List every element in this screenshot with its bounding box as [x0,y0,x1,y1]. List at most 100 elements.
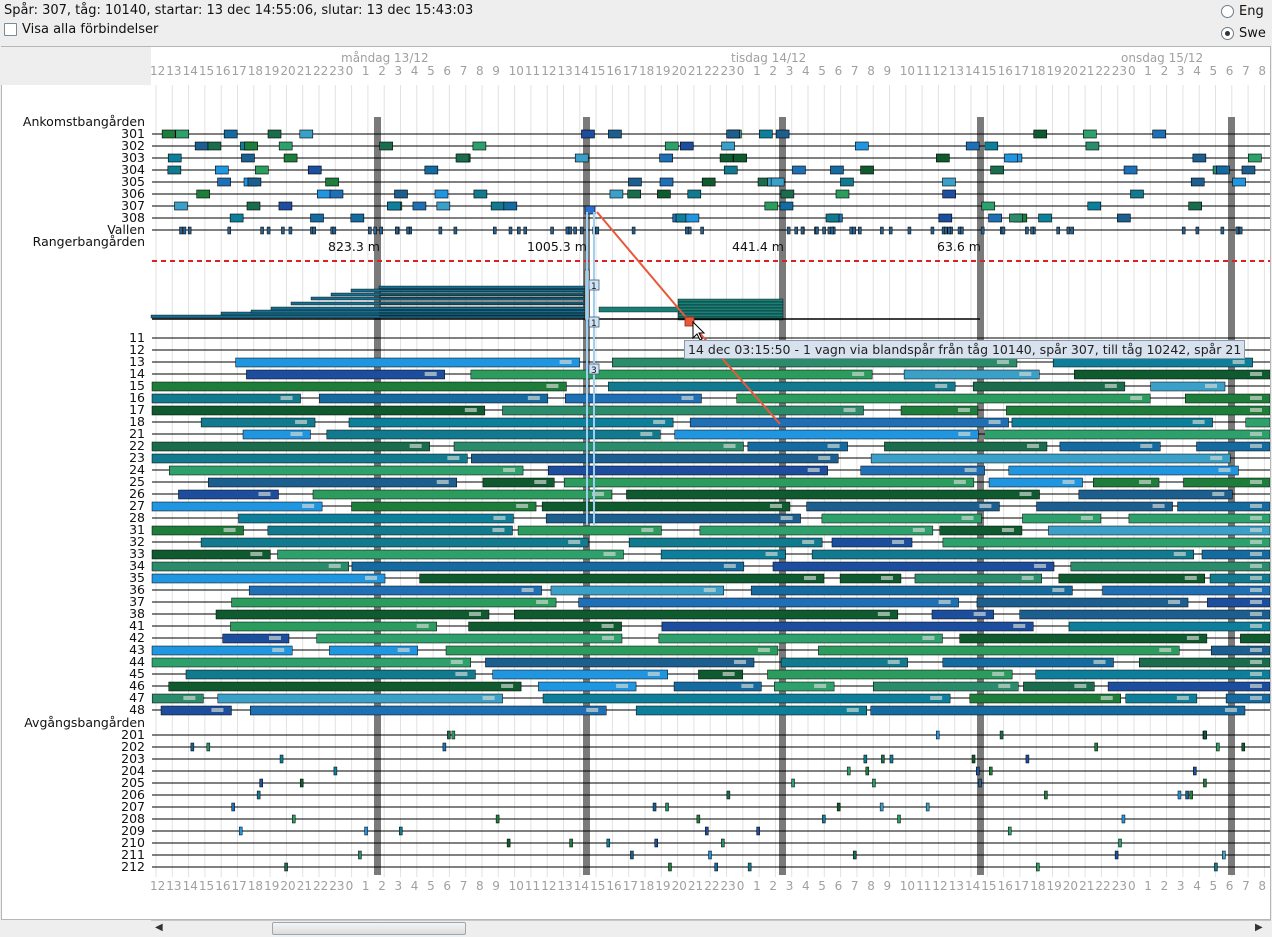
train-number-tag [953,480,966,484]
top-hour-tick: 10 [509,64,524,78]
train-number-tag [846,708,859,712]
checkbox-box[interactable] [4,23,17,36]
departure-train-bar [492,669,669,680]
top-hour-tick: 14 [574,64,589,78]
top-hour-tick: 11 [525,64,540,78]
language-radio-eng[interactable]: Eng [1221,4,1264,19]
train-number-tag [436,480,449,484]
departure-slot [238,826,243,836]
departure-train-bar [565,393,702,404]
departure-train-bar [200,537,589,548]
arrival-train-box [278,141,293,151]
arrival-train-box [194,141,209,151]
vallen-car [565,226,570,235]
train-number-tag [1176,696,1189,700]
arrival-train-box [1216,165,1230,175]
arrival-train-box [1085,141,1100,151]
bottom-hour-tick: 17 [623,879,638,893]
hump-length-label: 63.6 m [937,239,981,254]
arrival-train-box [1009,213,1023,223]
train-number-tag [647,672,660,676]
departure-slot [654,838,658,848]
radio-eng-dot[interactable] [1221,5,1234,18]
top-hour-tick: 22 [313,64,328,78]
vallen-car [700,226,704,235]
arrival-train-box [267,129,282,139]
top-hour-tick: 16 [606,64,621,78]
departure-train-bar [502,405,864,416]
bottom-hour-tick: 3 [786,879,794,893]
bottom-hour-tick: 7 [460,879,468,893]
train-number-tag [1250,588,1262,592]
arrival-train-box [229,213,244,223]
bottom-hour-tick: 10 [509,879,524,893]
vallen-car [960,226,964,235]
show-all-connections-checkbox[interactable]: Visa alla förbindelser [4,22,158,37]
vallen-car [980,226,985,235]
arrival-train-box [965,141,980,151]
stack-marker-count: 3 [591,366,597,376]
train-number-tag [1250,408,1262,412]
departure-track-label: 212 [121,859,145,874]
train-number-tag [1104,384,1117,388]
departure-slot [1193,766,1197,776]
departure-slot [988,766,993,776]
train-number-tag [1140,444,1153,448]
vallen-car [573,226,577,235]
train-number-tag [765,552,778,556]
shunting-bar [677,298,784,303]
bottom-hour-tick: 12 [541,879,556,893]
departure-slot [935,730,940,740]
horizontal-scrollbar[interactable]: ◀ ▶ [151,920,1271,937]
scroll-left-icon[interactable]: ◀ [155,922,163,933]
arrival-train-box [1241,165,1256,175]
arrival-train-box [207,141,222,151]
arrival-train-box [299,129,314,139]
train-number-tag [1250,432,1262,436]
chart-canvas[interactable]: 1212131314141515161617171818191920202121… [2,47,1271,919]
scroll-right-icon[interactable]: ▶ [1255,922,1263,933]
train-number-tag [1250,552,1262,556]
departure-slot [1007,826,1012,836]
language-radio-swe[interactable]: Swe [1221,26,1266,41]
arrival-train-box [244,141,258,151]
departure-slot [1216,742,1220,752]
vallen-car [332,226,337,235]
arrival-train-box [1087,201,1102,211]
departure-slot [256,790,261,800]
top-hour-tick: 4 [1193,64,1201,78]
vallen-car [368,226,372,235]
yard-occupancy-chart[interactable]: 12 12 13 13 14 14 15 15 16 16 17 17 18 18 19 19 20 20 21 21… [1,46,1271,920]
top-hour-tick: 22 [1095,64,1110,78]
departure-slot [872,778,876,788]
shunting-bar [350,288,588,293]
stack-marker: 1 [588,316,600,329]
departure-train-bar [1102,585,1271,596]
vallen-car [685,226,689,235]
train-number-tag [734,660,747,664]
train-number-tag [1052,588,1065,592]
bottom-hour-tick: 10 [900,879,915,893]
train-number-tag [258,492,271,496]
departure-train-bar [548,465,828,476]
arrival-train-box [247,177,262,187]
bottom-hour-tick: 19 [264,879,279,893]
train-number-tag [998,684,1011,688]
arrival-train-box [990,165,1004,175]
stack-marker: 3 [588,363,600,376]
train-number-tag [722,672,735,676]
departure-slot [364,826,368,836]
train-number-tag [183,696,196,700]
arrival-train-box [1188,201,1202,211]
top-hour-tick: 17 [1014,64,1029,78]
departure-train-bar [942,537,1271,548]
departure-slot [1222,850,1226,860]
departure-slot [1203,730,1208,740]
train-number-tag [973,612,986,616]
train-number-tag [1218,468,1231,472]
scrollbar-thumb[interactable] [272,922,466,935]
radio-swe-dot[interactable] [1221,27,1234,40]
shunting-bar [677,310,784,315]
arrival-train-box [161,129,176,139]
top-hour-tick: 9 [884,64,892,78]
